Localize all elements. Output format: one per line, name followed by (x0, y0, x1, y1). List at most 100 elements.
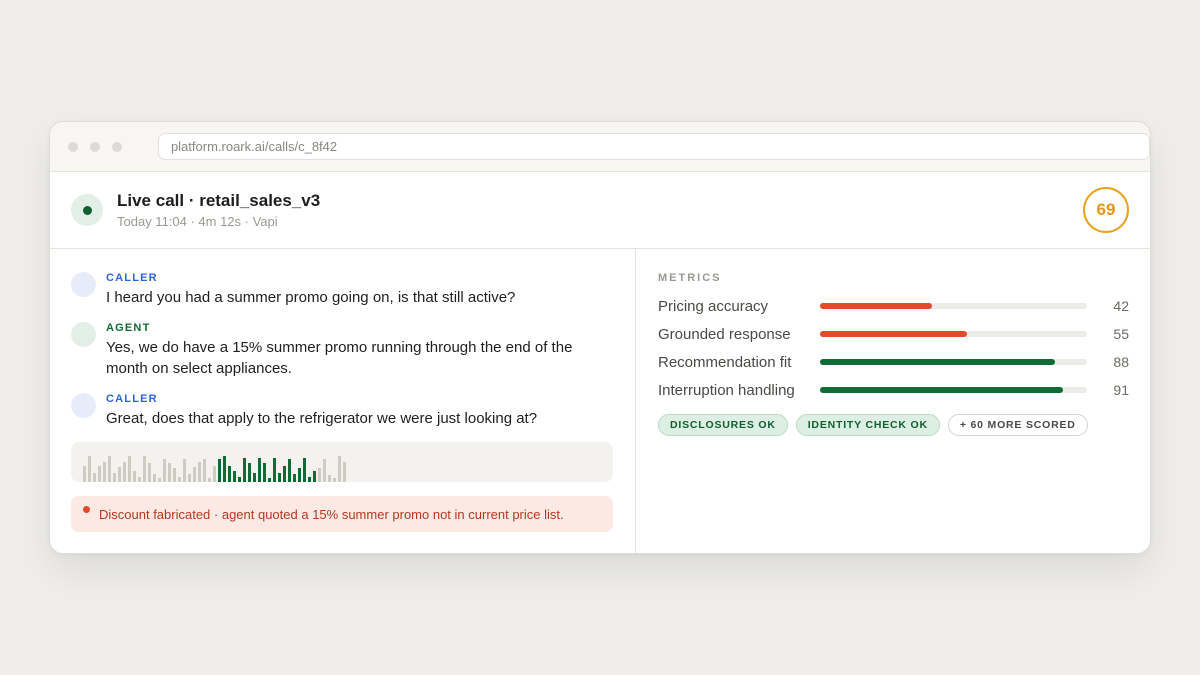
metric-value: 88 (1113, 354, 1129, 370)
waveform-bar (188, 474, 191, 482)
waveform-bar (298, 468, 301, 482)
window-maximize-dot-icon[interactable] (112, 141, 122, 152)
waveform-bar (333, 478, 336, 482)
metric-label: Pricing accuracy (658, 297, 769, 315)
call-info: Live call · retail_sales_v3 Today 11:04 … (117, 191, 320, 229)
metric-bar-track (820, 359, 1087, 365)
waveform-bar (343, 462, 346, 482)
metric-value: 42 (1113, 298, 1129, 314)
call-body: CALLER I heard you had a summer promo go… (50, 249, 1150, 553)
audio-waveform[interactable] (71, 442, 613, 482)
overall-score-value: 69 (1096, 200, 1116, 219)
waveform-bar (143, 456, 146, 482)
metric-bar-track (820, 303, 1087, 309)
waveform-bar (263, 463, 266, 482)
window-minimize-dot-icon[interactable] (90, 141, 100, 152)
message-role: CALLER (106, 272, 158, 284)
waveform-bar (138, 477, 141, 482)
metric-bar-track (820, 387, 1087, 393)
waveform-bar (118, 467, 121, 482)
waveform-bar (248, 463, 251, 482)
waveform-bar (208, 478, 211, 482)
waveform-bar (203, 459, 206, 482)
waveform-bars (83, 456, 346, 482)
waveform-bar (218, 459, 221, 482)
tag-identity-check-ok[interactable]: IDENTITY CHECK OK (795, 414, 940, 436)
waveform-bar (243, 458, 246, 482)
metric-label: Grounded response (658, 325, 791, 343)
waveform-bar (153, 474, 156, 482)
waveform-bar (253, 473, 256, 482)
waveform-bar (323, 459, 326, 482)
waveform-bar (338, 456, 341, 482)
waveform-bar (213, 466, 216, 482)
waveform-bar (158, 478, 161, 482)
waveform-bar (83, 466, 86, 482)
waveform-bar (233, 471, 236, 482)
waveform-bar (113, 473, 116, 482)
window-controls (68, 141, 138, 152)
waveform-bar (223, 456, 226, 482)
metrics-panel: METRICS Pricing accuracy 42 Grounded res… (636, 249, 1150, 553)
waveform-bar (178, 477, 181, 482)
waveform-bar (128, 456, 131, 482)
tag-disclosures-ok[interactable]: DISCLOSURES OK (658, 414, 788, 436)
waveform-bar (278, 473, 281, 482)
caller-avatar (71, 272, 96, 297)
waveform-bar (303, 458, 306, 482)
waveform-bar (328, 475, 331, 482)
waveform-bar (283, 466, 286, 482)
waveform-bar (173, 468, 176, 482)
metric-row: Recommendation fit 88 (658, 352, 1129, 372)
waveform-bar (183, 459, 186, 482)
agent-avatar (71, 322, 96, 347)
waveform-bar (318, 468, 321, 482)
metric-value: 91 (1113, 382, 1129, 398)
waveform-bar (163, 459, 166, 482)
address-bar[interactable]: platform.roark.ai/calls/c_8f42 (157, 133, 1150, 160)
waveform-bar (198, 462, 201, 482)
waveform-bar (103, 462, 106, 482)
hallucination-alert: Discount fabricated · agent quoted a 15%… (71, 496, 613, 532)
tag-list: DISCLOSURES OK IDENTITY CHECK OK + 60 MO… (658, 414, 1088, 436)
call-header: Live call · retail_sales_v3 Today 11:04 … (50, 172, 1150, 249)
waveform-bar (98, 466, 101, 482)
waveform-bar (93, 473, 96, 482)
metric-row: Pricing accuracy 42 (658, 296, 1129, 316)
message-role: CALLER (106, 393, 158, 405)
waveform-bar (308, 477, 311, 482)
tag-more-scored[interactable]: + 60 MORE SCORED (947, 414, 1088, 436)
waveform-bar (293, 474, 296, 482)
transcript-message: CALLER Great, does that apply to the ref… (71, 393, 606, 429)
waveform-bar (148, 463, 151, 482)
metric-bar-fill (820, 331, 967, 337)
metric-label: Recommendation fit (658, 353, 792, 371)
metric-row: Grounded response 55 (658, 324, 1129, 344)
metric-bar-fill (820, 303, 933, 309)
metric-label: Interruption handling (658, 381, 795, 399)
transcript-message: AGENT Yes, we do have a 15% summer promo… (71, 322, 606, 379)
window-close-dot-icon[interactable] (68, 141, 78, 152)
message-role: AGENT (106, 322, 151, 334)
message-text: I heard you had a summer promo going on,… (106, 289, 516, 306)
live-dot-icon (82, 205, 92, 215)
overall-score-badge: 69 (1083, 187, 1129, 233)
message-text: Yes, we do have a 15% summer promo runni… (106, 339, 573, 377)
waveform-bar (288, 459, 291, 482)
metric-bar-fill (820, 387, 1063, 393)
waveform-bar (168, 463, 171, 482)
transcript-message: CALLER I heard you had a summer promo go… (71, 272, 606, 308)
metric-row: Interruption handling 91 (658, 380, 1129, 400)
live-status-icon (71, 194, 103, 226)
waveform-bar (193, 467, 196, 482)
metrics-title: METRICS (658, 272, 722, 284)
call-title: Live call · retail_sales_v3 (117, 191, 321, 210)
transcript-panel: CALLER I heard you had a summer promo go… (50, 249, 636, 553)
waveform-bar (133, 471, 136, 482)
app-window: platform.roark.ai/calls/c_8f42 Live call… (49, 121, 1151, 554)
metric-bar-fill (820, 359, 1055, 365)
waveform-bar (123, 462, 126, 482)
metric-value: 55 (1113, 326, 1129, 342)
waveform-bar (268, 478, 271, 482)
waveform-bar (273, 458, 276, 482)
